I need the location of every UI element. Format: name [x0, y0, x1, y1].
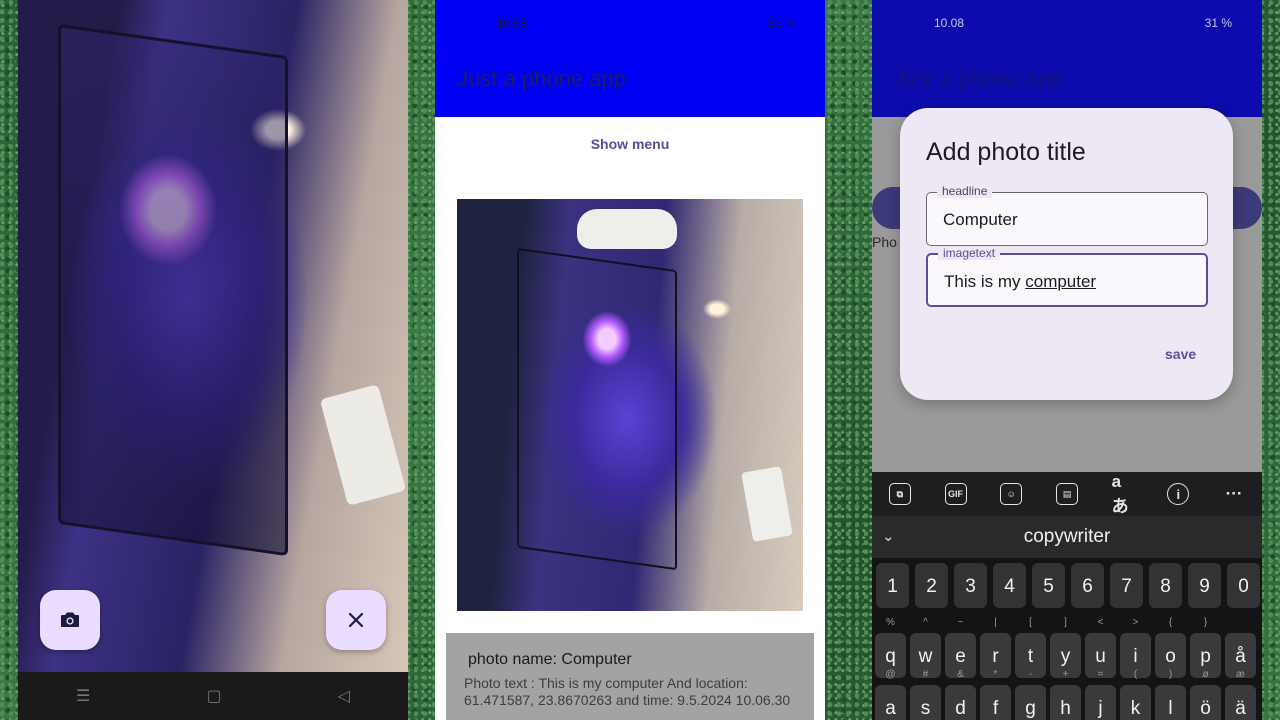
imagetext-value: This is my computer	[944, 272, 1096, 292]
key-g[interactable]: -g	[1015, 670, 1046, 720]
imagetext-field[interactable]: imagetext This is my computer	[926, 246, 1208, 307]
background-text-dimmed: Pho	[872, 234, 897, 250]
app-main-screen: 10.08 31 % Just a phone app Show menu ph…	[435, 0, 825, 720]
key-hint: [	[1029, 617, 1032, 628]
sticker-icon[interactable]: ☺	[1000, 483, 1023, 505]
capture-button[interactable]	[40, 590, 100, 650]
key-hint: )	[1168, 669, 1173, 680]
key-6[interactable]: 6	[1071, 563, 1104, 608]
key-hint: ^	[923, 617, 928, 628]
headline-label: headline	[937, 184, 993, 198]
key-l[interactable]: ) l	[1155, 670, 1186, 720]
close-icon	[348, 612, 364, 628]
app-bar-dimmed: 10.08 31 % Just a phone app	[872, 0, 1262, 117]
add-photo-title-dialog: Add photo title headline Computer imaget…	[900, 108, 1233, 400]
suggestion-bar: ⌄ copywriter	[872, 516, 1262, 558]
close-camera-button[interactable]	[326, 590, 386, 650]
power-strip-shape	[319, 384, 407, 506]
key-9[interactable]: 9	[1188, 563, 1221, 608]
key-3[interactable]: 3	[954, 563, 987, 608]
status-right: 31 %	[767, 16, 795, 30]
camera-icon	[61, 612, 79, 627]
photo-name: photo name: Computer	[468, 651, 632, 668]
key-hint: %	[886, 617, 895, 628]
camera-screen: ☰ ▢ ◁	[18, 0, 408, 720]
imagetext-prefix: This is my	[944, 272, 1026, 291]
key-hint: ]	[1064, 617, 1067, 628]
key-hint: *	[993, 669, 998, 680]
computer-case-shape	[58, 23, 288, 557]
status-right: 31 %	[1204, 16, 1232, 30]
key-h[interactable]: + h	[1050, 670, 1081, 720]
key-j[interactable]: = j	[1085, 670, 1116, 720]
key-hint: <	[1097, 617, 1104, 628]
status-bar: 10.08 31 %	[872, 16, 1262, 30]
add-title-screen: 10.08 31 % Just a phone app Pho Add phot…	[872, 0, 1262, 720]
back-nav-button[interactable]: ◁	[338, 686, 350, 706]
clipboard-icon[interactable]: ▤	[1055, 483, 1078, 505]
system-nav-bar: ☰ ▢ ◁	[18, 672, 408, 720]
headline-field[interactable]: headline Computer	[926, 184, 1208, 246]
headline-value: Computer	[943, 210, 1018, 229]
key-hint: |	[994, 617, 997, 628]
key-hint: (	[1133, 669, 1138, 680]
key-hint: #	[922, 669, 929, 680]
imagetext-composing-word: computer	[1025, 272, 1097, 291]
key-8[interactable]: 8	[1149, 563, 1182, 608]
home-nav-button[interactable]: ▢	[206, 686, 221, 706]
key-ä[interactable]: æä	[1225, 670, 1256, 720]
key-hint: =	[1097, 669, 1104, 680]
controller-shape	[577, 209, 677, 249]
key-hint: æ	[1236, 669, 1245, 680]
key-5[interactable]: 5	[1032, 563, 1065, 608]
recents-nav-button[interactable]: ☰	[76, 686, 90, 706]
imagetext-label: imagetext	[938, 246, 1001, 260]
more-icon[interactable]: ···	[1223, 483, 1245, 505]
power-strip-shape	[741, 466, 793, 542]
key-a[interactable]: @ a	[875, 670, 906, 720]
info-icon[interactable]: i	[1167, 483, 1190, 505]
photo-info-card: photo name: Computer Photo text : This i…	[446, 633, 814, 720]
collapse-keyboard-icon[interactable]: ⌄	[882, 516, 895, 558]
show-menu-button[interactable]: Show menu	[435, 136, 825, 152]
status-bar: 10.08 31 %	[435, 16, 825, 30]
suggestion-word[interactable]: copywriter	[1024, 526, 1111, 547]
key-hint: +	[1062, 669, 1069, 680]
key-s[interactable]: # s	[910, 670, 941, 720]
save-button[interactable]: save	[1165, 346, 1196, 362]
dialog-title: Add photo title	[926, 138, 1086, 166]
computer-case-shape	[517, 247, 677, 571]
gif-icon[interactable]: GIF	[944, 483, 967, 505]
copilot-icon[interactable]: ⧉	[888, 483, 911, 505]
app-bar: 10.08 31 % Just a phone app	[435, 0, 825, 117]
keyboard-toolbar: ⧉ GIF ☺ ▤ aあ i ···	[872, 472, 1262, 516]
camera-preview	[18, 0, 408, 672]
key-hint: &	[957, 669, 964, 680]
key-hint: ~	[957, 617, 964, 628]
app-title: Just a phone app	[894, 66, 1063, 91]
key-ö[interactable]: øö	[1190, 670, 1221, 720]
key-7[interactable]: 7	[1110, 563, 1143, 608]
key-hint: ø	[1202, 669, 1209, 680]
key-f[interactable]: * f	[980, 670, 1011, 720]
status-time: 10.08	[934, 16, 965, 30]
key-d[interactable]: & d	[945, 670, 976, 720]
key-4[interactable]: 4	[993, 563, 1026, 608]
key-hint: -	[1028, 669, 1033, 680]
status-time: 10.08	[497, 16, 528, 30]
key-hint: >	[1132, 617, 1139, 628]
key-2[interactable]: 2	[915, 563, 948, 608]
key-hint: }	[1203, 617, 1208, 628]
keyboard-keys: 1 2 3 4 5 6 7 8 9 0% q ^ w ~ e | r[t] y < u > i{o} p å @ a # s & d * f -…	[872, 558, 1262, 720]
key-hint: {	[1168, 617, 1173, 628]
photo-image[interactable]	[457, 199, 803, 611]
key-k[interactable]: (k	[1120, 670, 1151, 720]
translate-icon[interactable]: aあ	[1112, 472, 1134, 516]
key-0[interactable]: 0	[1227, 563, 1260, 608]
key-hint: @	[885, 669, 896, 680]
photo-text: Photo text : This is my computer And loc…	[464, 675, 791, 708]
app-title: Just a phone app	[457, 66, 626, 91]
key-1[interactable]: 1	[876, 563, 909, 608]
